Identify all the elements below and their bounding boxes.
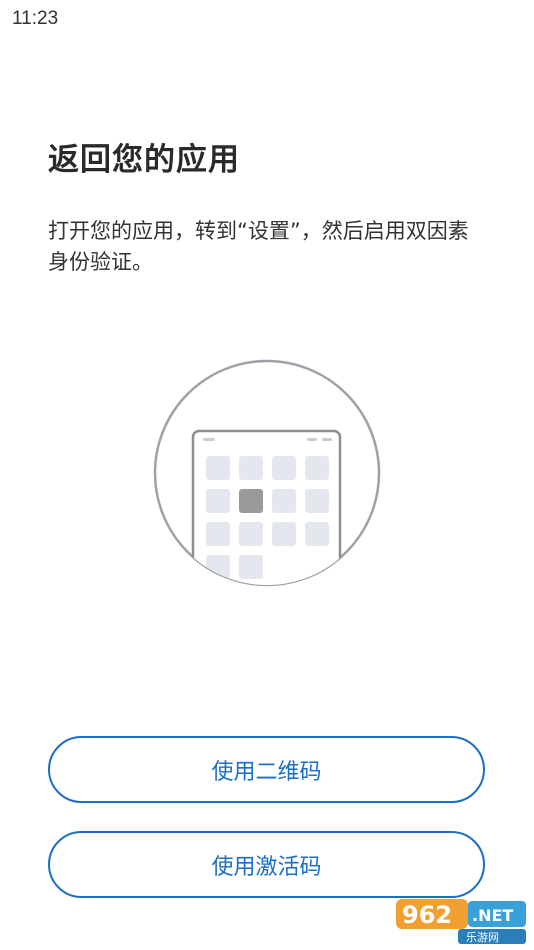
- page-description: 打开您的应用，转到“设置”，然后启用双因素身份验证。: [48, 219, 469, 274]
- phone-app-grid-illustration: [152, 358, 382, 588]
- phone-mockup: [191, 429, 342, 585]
- use-qr-code-button[interactable]: 使用二维码: [48, 736, 485, 803]
- use-activation-code-button[interactable]: 使用激活码: [48, 831, 485, 898]
- svg-text:乐游网: 乐游网: [466, 931, 499, 944]
- watermark-graphic: 962 .NET 乐游网: [396, 899, 526, 944]
- illustration-graphic: [153, 359, 381, 587]
- svg-text:.NET: .NET: [472, 906, 513, 925]
- svg-text:962: 962: [402, 901, 452, 929]
- page-title: 返回您的应用: [48, 142, 240, 178]
- watermark-logo: 962 .NET 乐游网: [394, 896, 530, 946]
- highlighted-app-tile: [239, 489, 263, 513]
- status-time: 11:23: [12, 8, 59, 29]
- status-bar: 11:23: [0, 0, 534, 40]
